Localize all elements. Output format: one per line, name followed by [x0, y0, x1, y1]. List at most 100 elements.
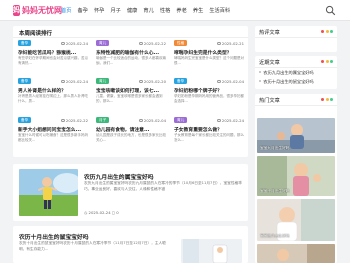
hot-post-thumbnail[interactable]: 宝宝腊月出生好吗 — [257, 199, 335, 241]
ranking-item-excerpt: 哮喘妈妈生完宝宝是什么类型？这个问题是对很... — [174, 55, 244, 65]
nav-item[interactable]: 养老 — [176, 7, 186, 14]
recent-post-link[interactable]: 农历十月出生的鼠宝宝好吗 — [259, 79, 334, 85]
ranking-item-title[interactable]: 东特性减肥的瑜伽有什么心... — [96, 49, 166, 56]
featured-article-title[interactable]: 农历九月出生的属宝宝好吗 — [84, 172, 154, 181]
article-date: 2025-02-22 — [139, 41, 166, 46]
recent-post-title: 农历十月出生的鼠宝宝好吗 — [263, 79, 314, 84]
article-date-text: 2025-02-20 — [143, 78, 166, 84]
second-article-title[interactable]: 农历十月出生的鼠宝宝好吗 — [19, 232, 89, 241]
section-title: 本周阅读排行 — [19, 31, 53, 37]
divider — [255, 105, 337, 106]
sidebar-title: 近期文章 — [259, 60, 280, 66]
hot-post-thumbnail[interactable]: 宝宝九月出生好吗 — [257, 118, 335, 153]
clock-icon — [217, 79, 221, 83]
second-article-excerpt: 农历十月出生的鼠宝宝好吗农历十月属鼠的人在寒冷季节（11月7日至12月7日），主… — [19, 241, 166, 251]
recent-post-link[interactable]: 农历九月出生的属宝宝好吗 — [259, 70, 334, 76]
ranking-item-title[interactable]: 孕妇能吃苦瓜吗？猕猴桃... — [18, 49, 88, 56]
nav-item[interactable]: 月子 — [110, 7, 120, 14]
nav-item[interactable]: 育儿 — [143, 7, 153, 14]
red-dot-icon — [321, 60, 325, 63]
article-date: 2025-02-04 — [139, 118, 166, 123]
ranking-item[interactable]: 性格 2025-02-21 哮喘孕妇生完是什么类型？ 哮喘妈妈生完宝宝是什么类型？这个… — [174, 40, 244, 69]
article-date: 2025-02-24 — [88, 210, 111, 215]
article-date-text: 2025-02-24 — [65, 40, 88, 46]
green-dot-icon — [330, 98, 333, 101]
nav-item[interactable]: 怀孕 — [94, 7, 104, 14]
ranking-item-excerpt: 孕妇奶粉是孕期妈妈用的营养品，很多孕妇都会选择... — [174, 93, 244, 103]
hot-post-thumbnail[interactable] — [257, 244, 335, 263]
ranking-item[interactable]: 备孕 2025-02-24 孕妇能吃苦瓜吗？猕猴桃... 有些孕妇在怀孕期间也会对苦瓜… — [18, 40, 88, 69]
ranking-item-title[interactable]: 孕妇奶粉哪个牌子好？ — [174, 87, 244, 94]
ranking-item-excerpt: 幼儿园是孩子成长的地方，也是很多家长比较关心... — [96, 132, 166, 142]
logo-text: 妈妈无忧网 — [22, 4, 62, 15]
sidebar-title: 热评文章 — [259, 30, 280, 36]
article-date-text: 2025-02-21 — [221, 40, 244, 46]
category-badge[interactable]: 备孕 — [18, 40, 32, 46]
nav-item[interactable]: 首页 — [61, 7, 71, 14]
ranking-item[interactable]: 育儿 2025-02-20 宝宝咳嗽该如何打理，该七... 儿童，健康，宝宝咳嗽是很多… — [96, 78, 166, 107]
main-nav: 首页 备孕 怀孕 月子 健康 育儿 性格 养老 养生 生活百科 — [61, 0, 236, 21]
ranking-item-excerpt: 子女教育是每个家长都比较关注的问题，那么怎么... — [174, 132, 244, 142]
window-dots — [320, 98, 333, 101]
category-badge[interactable]: 月子 — [96, 117, 110, 123]
article-date: 2025-02-24 — [217, 118, 244, 123]
red-dot-icon — [321, 98, 325, 101]
ranking-item-excerpt: 儿童，健康，宝宝咳嗽是很多家长都会遇到的，那么... — [96, 93, 163, 103]
comment-count: 0 — [116, 210, 119, 215]
bullet-icon — [259, 80, 262, 83]
category-badge[interactable]: 育儿 — [174, 117, 188, 123]
ranking-item-title[interactable]: 男人补肾是什么样的？ — [18, 87, 88, 94]
ranking-item-excerpt: 宝宝什么时候可以吃辅食？这是很多新手妈妈都比较关... — [18, 132, 88, 142]
sidebar-title: 热门文章 — [259, 98, 280, 104]
recent-post-title: 农历九月出生的属宝宝好吗 — [263, 70, 314, 75]
clock-icon — [139, 79, 143, 83]
ranking-item[interactable]: 备孕 2025-02-22 新手大小姐想问问宝宝怎么... 宝宝什么时候可以吃辅食？这… — [18, 117, 88, 146]
category-badge[interactable]: 备孕 — [174, 78, 188, 84]
clock-icon — [61, 79, 65, 83]
clock-icon — [139, 41, 143, 45]
category-badge[interactable]: 备孕 — [18, 78, 32, 84]
hot-post-thumbnail[interactable]: 宝宝十月出生好吗 — [257, 156, 335, 196]
article-date: 2025-02-20 — [139, 79, 166, 84]
category-badge[interactable]: 育儿 — [96, 40, 110, 46]
ranking-item[interactable]: 备孕 2025-02-24 男人补肾是什么样的？ 补肾是男人经常挂在嘴边上，那么男人补… — [18, 78, 88, 107]
nav-item[interactable]: 备孕 — [77, 7, 87, 14]
ranking-item-title[interactable]: 新手大小姐想问问宝宝怎么... — [18, 126, 88, 133]
weekly-ranking-panel: 本周阅读排行 备孕 2025-02-24 孕妇能吃苦瓜吗？猕猴桃... 有些孕妇在怀孕… — [13, 26, 248, 157]
category-badge[interactable]: 备孕 — [18, 117, 32, 123]
category-badge[interactable]: 育儿 — [96, 78, 110, 84]
featured-article-excerpt: 农历九月出生的属宝宝好吗农历九月属鼠的人在寒冷的季节（10月6日至11月7日），… — [84, 181, 242, 191]
featured-article-image[interactable] — [19, 169, 78, 216]
featured-article-meta: ◷ 2025-02-24 ◻ 0 — [84, 210, 119, 215]
green-dot-icon — [330, 30, 333, 33]
ranking-item-excerpt: 瑜伽是一个比较适合的运动，很多人都喜欢瑜伽，我们... — [96, 55, 166, 65]
sidebar-hot-posts: 热门文章 宝宝九月出生好吗 宝宝十月出生好吗 宝宝腊月出生好吗 — [255, 94, 337, 263]
ranking-item[interactable]: 育儿 2025-02-22 东特性减肥的瑜伽有什么心... 瑜伽是一个比较适合的运动，… — [96, 40, 166, 69]
window-dots — [320, 30, 333, 33]
ranking-item-title[interactable]: 幼儿园有食物，请注意... — [96, 126, 166, 133]
ranking-item-title[interactable]: 子女教育重要怎么做？ — [174, 126, 244, 133]
ranking-item[interactable]: 备孕 2025-02-04 孕妇奶粉哪个牌子好？ 孕妇奶粉是孕期妈妈用的营养品，很多孕… — [174, 78, 244, 107]
second-article[interactable]: 农历十月出生的鼠宝宝好吗 农历十月出生的鼠宝宝好吗农历十月属鼠的人在寒冷季节（1… — [13, 226, 248, 263]
ranking-item[interactable]: 育儿 2025-02-24 子女教育重要怎么做？ 子女教育是每个家长都比较关注的问题，… — [174, 117, 244, 146]
article-date-text: 2025-02-22 — [143, 40, 166, 46]
ranking-item-title[interactable]: 哮喘孕妇生完是什么类型？ — [174, 49, 244, 56]
site-logo[interactable]: 妈 妈妈无忧网 — [13, 3, 62, 17]
nav-item[interactable]: 健康 — [127, 7, 137, 14]
second-article-image[interactable] — [181, 239, 242, 263]
ranking-item[interactable]: 月子 2025-02-04 幼儿园有食物，请注意... 幼儿园是孩子成长的地方，也是很… — [96, 117, 166, 146]
hot-post-caption: 宝宝十月出生好吗 — [260, 189, 290, 193]
nav-item[interactable]: 性格 — [160, 7, 170, 14]
ranking-item-title[interactable]: 宝宝咳嗽该如何打理，该七... — [96, 87, 166, 94]
featured-article[interactable]: 农历九月出生的属宝宝好吗 农历九月出生的属宝宝好吗农历九月属鼠的人在寒冷的季节（… — [13, 164, 248, 221]
nav-item[interactable]: 生活百科 — [209, 7, 230, 14]
yellow-dot-icon — [325, 30, 329, 33]
category-badge[interactable]: 性格 — [174, 40, 188, 46]
ranking-item-excerpt: 有些孕妇在怀孕期间也会对苦瓜感兴趣，苦瓜有清热... — [18, 55, 88, 65]
sidebar-hot-comments: 热评文章 — [255, 26, 337, 52]
nav-item[interactable]: 养生 — [193, 7, 203, 14]
article-date: 2025-02-24 — [61, 41, 88, 46]
bullet-icon — [259, 71, 262, 74]
search-icon[interactable] — [325, 5, 336, 16]
clock-icon — [61, 41, 65, 45]
